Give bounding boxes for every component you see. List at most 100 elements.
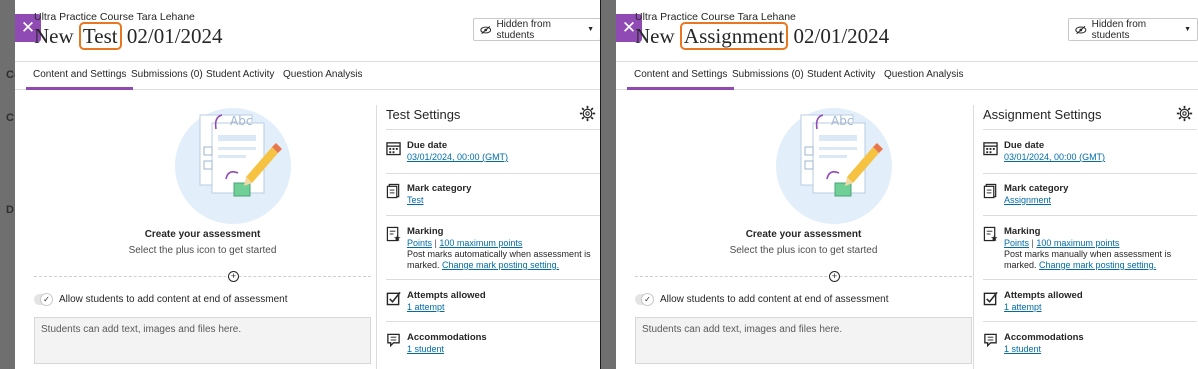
- title-prefix: New: [635, 24, 675, 48]
- tab-student-activity[interactable]: Student Activity: [800, 62, 882, 90]
- attempts-link[interactable]: 1 attempt: [407, 302, 445, 312]
- settings-divider: [386, 321, 600, 322]
- attempts-label: Attempts allowed: [407, 290, 486, 301]
- marking-label: Marking: [1004, 226, 1041, 237]
- settings-panel: Assignment Settings Due date 03/01/2024,…: [973, 105, 1197, 369]
- title-type-highlight[interactable]: Assignment: [679, 22, 789, 50]
- gear-icon[interactable]: [579, 105, 596, 122]
- marking-points-link[interactable]: Points: [1004, 238, 1029, 248]
- due-date-link[interactable]: 03/01/2024, 00:00 (GMT): [1004, 152, 1105, 162]
- page-title: New Assignment 02/01/2024: [635, 22, 889, 50]
- gear-icon[interactable]: [1176, 105, 1193, 122]
- marking-max-points-link[interactable]: 100 maximum points: [439, 238, 522, 248]
- chevron-down-icon: ▼: [587, 26, 594, 33]
- background-text: D: [6, 204, 14, 216]
- marking-max-points-link[interactable]: 100 maximum points: [1036, 238, 1119, 248]
- accommodations-label: Accommodations: [407, 332, 487, 343]
- eye-slash-icon: [480, 25, 492, 34]
- background-page: [601, 0, 616, 369]
- eye-slash-icon: [1075, 25, 1087, 34]
- marking-post-note-end: marked.: [1004, 260, 1037, 270]
- assessment-illustration: Abc: [175, 108, 291, 224]
- screenshot-test: Co C D ✕ Ultra Practice Course Tara Leha…: [0, 0, 601, 369]
- visibility-dropdown[interactable]: Hidden from students ▼: [1068, 18, 1198, 41]
- create-assessment-title: Create your assessment: [144, 229, 261, 240]
- mark-category-link[interactable]: Test: [407, 195, 424, 205]
- insertion-divider: [635, 276, 972, 277]
- allow-content-toggle[interactable]: ✓: [635, 293, 654, 306]
- allow-content-label: Allow students to add content at end of …: [59, 294, 288, 305]
- document-icon: [983, 183, 997, 199]
- allow-content-label: Allow students to add content at end of …: [660, 294, 889, 305]
- settings-divider: [983, 215, 1197, 216]
- insertion-divider: [34, 276, 371, 277]
- assessment-panel: ✕ Ultra Practice Course Tara Lehane New …: [15, 0, 601, 369]
- calendar-icon: [386, 142, 401, 156]
- check-icon: ✓: [40, 293, 53, 306]
- allow-content-row: ✓ Allow students to add content at end o…: [34, 293, 288, 306]
- illustration-label: Abc: [831, 114, 853, 128]
- accommodations-link[interactable]: 1 student: [1004, 344, 1041, 354]
- due-date-label: Due date: [407, 140, 448, 151]
- tab-submissions[interactable]: Submissions (0): [725, 62, 811, 90]
- add-content-button[interactable]: +: [228, 271, 239, 282]
- assessment-illustration: Abc: [776, 108, 892, 224]
- settings-divider: [386, 215, 600, 216]
- tab-question-analysis[interactable]: Question Analysis: [877, 62, 971, 90]
- marking-label: Marking: [407, 226, 444, 237]
- chevron-down-icon: ▼: [1184, 26, 1191, 33]
- marking-points-link[interactable]: Points: [407, 238, 432, 248]
- student-content-textarea[interactable]: Students can add text, images and files …: [34, 317, 371, 364]
- page-title: New Test 02/01/2024: [34, 22, 223, 50]
- close-icon: ✕: [20, 18, 36, 37]
- screenshot-assignment: ✕ Ultra Practice Course Tara Lehane New …: [601, 0, 1198, 369]
- check-icon: ✓: [641, 293, 654, 306]
- settings-divider: [983, 279, 1197, 280]
- attempts-label: Attempts allowed: [1004, 290, 1083, 301]
- add-content-button[interactable]: +: [829, 271, 840, 282]
- settings-divider: [983, 321, 1197, 322]
- settings-divider: [386, 279, 600, 280]
- mark-category-label: Mark category: [407, 183, 472, 194]
- change-mark-posting-link[interactable]: Change mark posting setting.: [442, 260, 559, 270]
- content-area: Abc Create your assessment Select the pl…: [635, 105, 972, 369]
- settings-divider: [983, 129, 1197, 130]
- tab-submissions[interactable]: Submissions (0): [124, 62, 210, 90]
- title-type-highlight[interactable]: Test: [78, 22, 122, 50]
- accommodations-icon: [984, 333, 997, 348]
- visibility-label: Hidden from students: [496, 18, 551, 41]
- change-mark-posting-link[interactable]: Change mark posting setting.: [1039, 260, 1156, 270]
- accommodations-link[interactable]: 1 student: [407, 344, 444, 354]
- calendar-icon: [983, 142, 998, 156]
- settings-divider: [983, 173, 1197, 174]
- student-content-textarea[interactable]: Students can add text, images and files …: [635, 317, 972, 364]
- tab-question-analysis[interactable]: Question Analysis: [276, 62, 370, 90]
- marking-post-note: Post marks manually when assessment is: [1004, 249, 1172, 259]
- allow-content-row: ✓ Allow students to add content at end o…: [635, 293, 889, 306]
- checkbox-icon: [983, 291, 998, 306]
- visibility-label: Hidden from students: [1091, 18, 1147, 41]
- create-assessment-subtitle: Select the plus icon to get started: [729, 245, 878, 256]
- plus-circle-icon: +: [831, 271, 838, 281]
- due-date-label: Due date: [1004, 140, 1045, 151]
- marking-post-note-end: marked.: [407, 260, 440, 270]
- mark-category-link[interactable]: Assignment: [1004, 195, 1051, 205]
- tab-bar: Content and Settings Submissions (0) Stu…: [616, 61, 1198, 90]
- tab-content-settings[interactable]: Content and Settings: [627, 62, 735, 90]
- accommodations-icon: [387, 333, 400, 348]
- title-prefix: New: [34, 24, 74, 48]
- checkbox-icon: [386, 291, 401, 306]
- tab-student-activity[interactable]: Student Activity: [199, 62, 281, 90]
- visibility-dropdown[interactable]: Hidden from students ▼: [473, 18, 601, 41]
- attempts-link[interactable]: 1 attempt: [1004, 302, 1042, 312]
- due-date-link[interactable]: 03/01/2024, 00:00 (GMT): [407, 152, 508, 162]
- settings-title: Assignment Settings: [983, 107, 1102, 122]
- allow-content-toggle[interactable]: ✓: [34, 293, 53, 306]
- content-area: Abc Create your assessment Select the pl…: [34, 105, 371, 369]
- tab-content-settings[interactable]: Content and Settings: [26, 62, 134, 90]
- settings-divider: [386, 129, 600, 130]
- create-assessment-title: Create your assessment: [745, 229, 862, 240]
- settings-panel: Test Settings Due date 03/01/2024, 00:00…: [376, 105, 600, 369]
- close-icon: ✕: [621, 18, 637, 37]
- marking-icon: [386, 226, 401, 242]
